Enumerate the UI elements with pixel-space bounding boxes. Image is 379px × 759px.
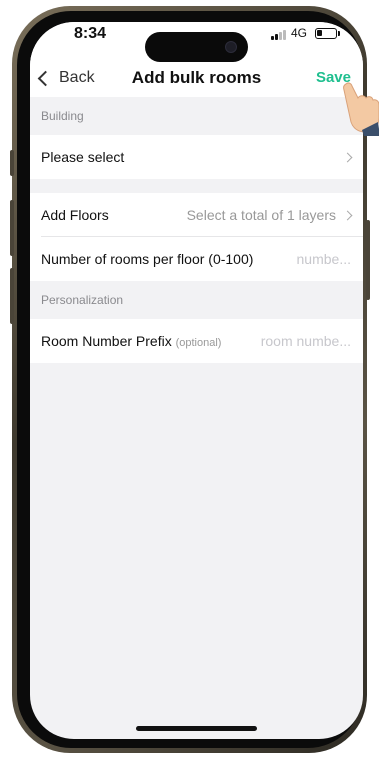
camera-icon: [225, 41, 237, 53]
rooms-per-floor-label: Number of rooms per floor (0-100): [41, 251, 254, 267]
room-prefix-row: Room Number Prefix (optional): [30, 319, 363, 363]
section-gap: [30, 179, 363, 193]
network-type: 4G: [291, 26, 308, 40]
nav-bar: Back Add bulk rooms Save: [30, 67, 363, 97]
building-select-label: Please select: [41, 149, 125, 165]
pointing-hand-icon: [343, 82, 379, 136]
add-floors-label: Add Floors: [41, 207, 109, 223]
status-bar: 8:34 4G: [30, 22, 363, 72]
home-indicator[interactable]: [136, 726, 257, 731]
add-floors-row[interactable]: Add Floors Select a total of 1 layers: [30, 193, 363, 237]
section-header-personalization: Personalization: [30, 281, 363, 319]
chevron-right-icon: [342, 152, 353, 162]
action-button: [10, 150, 14, 176]
battery-tip: [338, 31, 340, 36]
volume-down-button: [10, 268, 14, 324]
status-time: 8:34: [74, 25, 107, 42]
page-title: Add bulk rooms: [131, 68, 262, 87]
volume-up-button: [10, 200, 14, 256]
section-header-building: Building: [30, 97, 363, 135]
signal-icon: [271, 30, 287, 40]
form: Building Please select Add Floors Select…: [30, 97, 363, 363]
room-prefix-label: Room Number Prefix (optional): [41, 333, 221, 349]
optional-note: (optional): [175, 337, 222, 349]
add-floors-value: Select a total of 1 layers: [186, 207, 336, 223]
rooms-per-floor-row: Number of rooms per floor (0-100): [30, 237, 363, 281]
room-prefix-input[interactable]: [255, 333, 351, 349]
screen: 8:34 4G Back Add bulk rooms Save Buildin…: [30, 22, 363, 739]
building-select-row[interactable]: Please select: [30, 135, 363, 179]
battery-icon: [315, 28, 337, 39]
chevron-right-icon: [342, 210, 353, 220]
dynamic-island: [145, 32, 248, 62]
room-prefix-label-text: Room Number Prefix: [41, 333, 172, 349]
rooms-per-floor-input[interactable]: [271, 251, 351, 267]
power-button: [366, 220, 370, 300]
